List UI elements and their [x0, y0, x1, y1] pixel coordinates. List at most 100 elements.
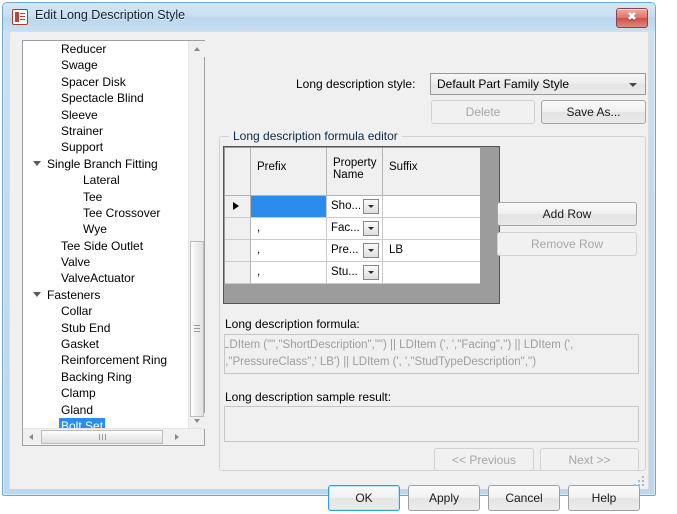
- tree-item[interactable]: Reinforcement Ring: [23, 352, 188, 368]
- grid-cell-dropdown-button[interactable]: [363, 221, 379, 236]
- cancel-button[interactable]: Cancel: [488, 485, 560, 511]
- tree-item-label: Stub End: [61, 320, 111, 335]
- formula-grid[interactable]: Prefix Property Name Suffix Sho..., Fac..…: [223, 146, 500, 304]
- tree-item-label: Fasteners: [47, 287, 101, 302]
- tree-item-label: Gland: [61, 402, 94, 417]
- grid-row[interactable]: , Stu...: [225, 262, 480, 284]
- tree-item[interactable]: Support: [23, 139, 188, 155]
- formula-textbox[interactable]: LDItem ("","ShortDescription","") || LDI…: [224, 334, 639, 374]
- tree-item[interactable]: Wye: [23, 221, 188, 237]
- grid-cell-prefix[interactable]: ,: [251, 262, 327, 284]
- sample-result-textbox[interactable]: [224, 406, 639, 442]
- grid-cell-property-name[interactable]: Pre...: [327, 240, 383, 262]
- tree-item-label: Reinforcement Ring: [61, 353, 168, 368]
- grid-cell-dropdown-button[interactable]: [363, 243, 379, 258]
- tree-item-label: Valve: [61, 255, 91, 270]
- grid-cell-suffix[interactable]: [383, 196, 480, 218]
- tree-expander-icon[interactable]: [33, 291, 41, 297]
- tree-item[interactable]: Single Branch Fitting: [23, 156, 188, 172]
- grid-row-marker-cell[interactable]: [225, 196, 251, 218]
- grid-cell-property-text: Stu...: [331, 266, 358, 278]
- tree-expander-icon[interactable]: [33, 160, 41, 166]
- tree-vertical-scrollbar[interactable]: [188, 41, 205, 429]
- apply-button[interactable]: Apply: [408, 485, 480, 511]
- tree-item[interactable]: Fasteners: [23, 287, 188, 303]
- grid-cell-property-text: Fac...: [331, 222, 360, 234]
- grid-cell-dropdown-button[interactable]: [363, 265, 379, 280]
- grid-cell-property-name[interactable]: Fac...: [327, 218, 383, 240]
- vertical-scroll-thumb[interactable]: [190, 241, 204, 417]
- scroll-left-button[interactable]: [23, 429, 39, 445]
- current-row-marker-icon: [233, 202, 239, 210]
- grid-cell-suffix[interactable]: [383, 262, 480, 284]
- long-description-style-combo[interactable]: Default Part Family Style: [430, 73, 646, 95]
- chevron-down-icon: [629, 83, 637, 87]
- tree-item[interactable]: Collar: [23, 303, 188, 319]
- grid-cell-prefix[interactable]: [251, 196, 327, 218]
- tree-item[interactable]: Tee Crossover: [23, 205, 188, 221]
- formula-editor-group-title: Long description formula editor: [229, 129, 402, 143]
- combo-value: Default Part Family Style: [437, 77, 570, 91]
- tree-horizontal-scrollbar[interactable]: [23, 428, 204, 445]
- tree-item[interactable]: Clamp: [23, 385, 188, 401]
- tree-item[interactable]: Spacer Disk: [23, 74, 188, 90]
- grid-row-marker-cell[interactable]: [225, 262, 251, 284]
- formula-grid-header: Prefix Property Name Suffix: [225, 148, 480, 196]
- tree-item[interactable]: Swage: [23, 57, 188, 73]
- tree-item[interactable]: Valve: [23, 254, 188, 270]
- grid-cell-prefix[interactable]: ,: [251, 240, 327, 262]
- scroll-up-button[interactable]: [189, 41, 205, 57]
- help-button[interactable]: Help: [568, 485, 640, 511]
- tree-item[interactable]: Backing Ring: [23, 369, 188, 385]
- grid-cell-property-name[interactable]: Sho...: [327, 196, 383, 218]
- grid-cell-dropdown-button[interactable]: [363, 199, 379, 214]
- tree-item[interactable]: Lateral: [23, 172, 188, 188]
- remove-row-button[interactable]: Remove Row: [497, 232, 637, 256]
- tree-item-label: Reducer: [61, 42, 107, 56]
- tree-items-container: Reducer Swage Spacer Disk Spectacle Blind Sl…: [23, 41, 188, 429]
- tree-item-label: Strainer: [61, 123, 104, 138]
- tree-item[interactable]: Spectacle Blind: [23, 90, 188, 106]
- tree-item[interactable]: Strainer: [23, 123, 188, 139]
- tree-item[interactable]: ValveActuator: [23, 270, 188, 286]
- tree-item[interactable]: Stub End: [23, 320, 188, 336]
- grid-header-suffix: Suffix: [383, 148, 480, 196]
- tree-item-label: Clamp: [61, 386, 96, 401]
- scroll-right-button[interactable]: [169, 429, 185, 445]
- part-family-tree[interactable]: Reducer Swage Spacer Disk Spectacle Blind Sl…: [22, 40, 205, 446]
- next-button[interactable]: Next >>: [540, 448, 639, 471]
- resize-grip[interactable]: [630, 472, 644, 486]
- tree-item[interactable]: Gland: [23, 402, 188, 418]
- tree-item-label: Tee: [83, 189, 103, 204]
- chevron-down-icon: [368, 205, 374, 208]
- close-button[interactable]: ✖: [616, 8, 648, 28]
- tree-item-label: Tee Crossover: [83, 205, 161, 220]
- grid-row[interactable]: , Fac...: [225, 218, 480, 240]
- previous-button[interactable]: << Previous: [434, 448, 534, 471]
- tree-item[interactable]: Sleeve: [23, 107, 188, 123]
- grid-row[interactable]: , Pre... LB: [225, 240, 480, 262]
- title-bar: Edit Long Description Style ✖: [3, 3, 655, 31]
- grid-row[interactable]: Sho...: [225, 196, 480, 218]
- chevron-down-icon: [368, 271, 374, 274]
- add-row-button[interactable]: Add Row: [497, 202, 637, 226]
- horizontal-scroll-thumb[interactable]: [41, 430, 163, 444]
- grid-cell-suffix[interactable]: [383, 218, 480, 240]
- grid-row-marker-cell[interactable]: [225, 240, 251, 262]
- delete-button[interactable]: Delete: [431, 100, 535, 124]
- grid-row-marker-cell[interactable]: [225, 218, 251, 240]
- grid-cell-property-name[interactable]: Stu...: [327, 262, 383, 284]
- chevron-down-icon: [368, 227, 374, 230]
- tree-item[interactable]: Reducer: [23, 41, 188, 57]
- tree-item[interactable]: Tee: [23, 189, 188, 205]
- tree-item[interactable]: Gasket: [23, 336, 188, 352]
- tree-item-label: Backing Ring: [61, 369, 132, 384]
- save-as-button[interactable]: Save As...: [541, 100, 646, 124]
- tree-item-label: Lateral: [83, 173, 120, 188]
- tree-item[interactable]: Tee Side Outlet: [23, 238, 188, 254]
- grid-header-prefix: Prefix: [251, 148, 327, 196]
- grid-cell-suffix[interactable]: LB: [383, 240, 480, 262]
- tree-item-label: Swage: [61, 58, 98, 73]
- grid-cell-prefix[interactable]: ,: [251, 218, 327, 240]
- ok-button[interactable]: OK: [328, 485, 400, 511]
